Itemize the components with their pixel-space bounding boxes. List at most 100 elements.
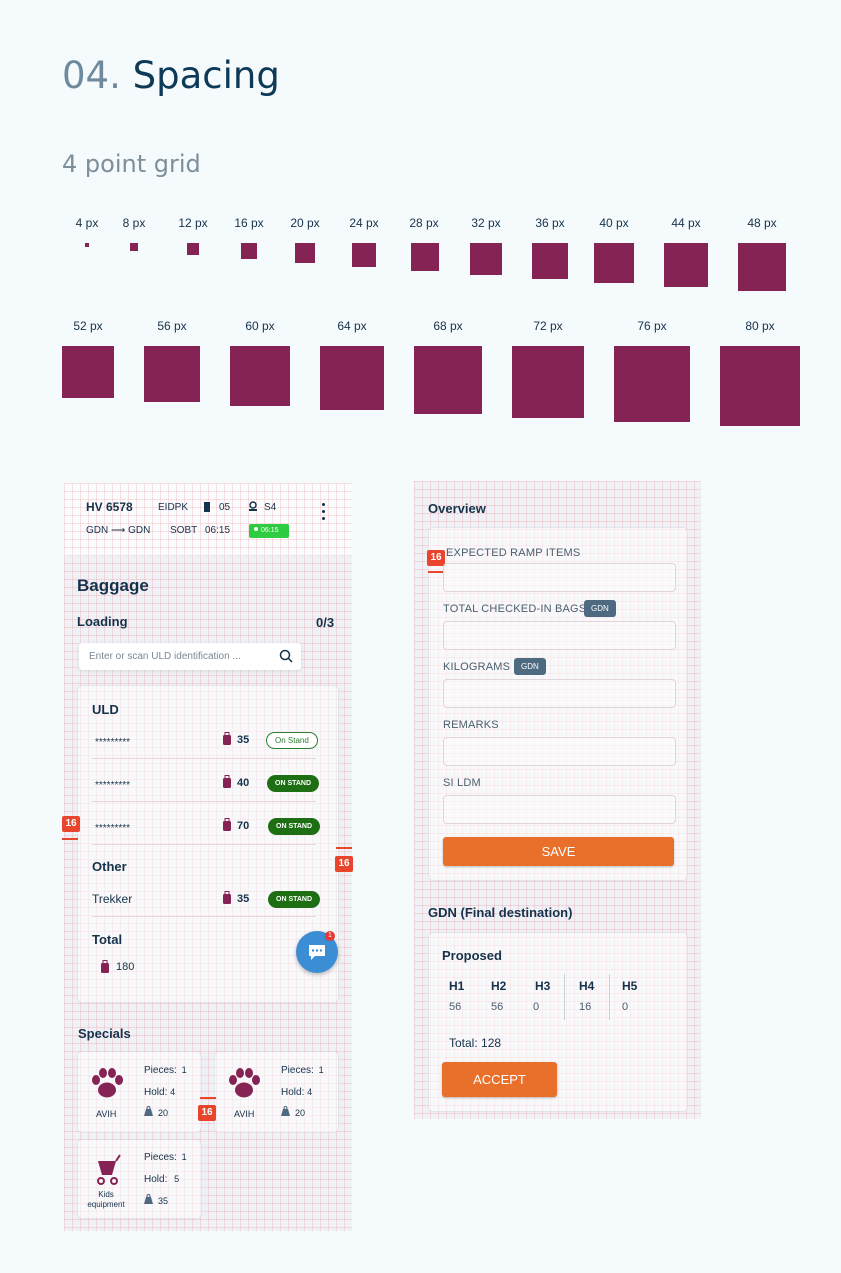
search-icon[interactable] <box>279 649 293 663</box>
luggage-icon <box>223 775 231 788</box>
luggage-icon <box>223 818 231 831</box>
gdn-tag: GDN <box>584 600 616 617</box>
hold-value: 0 <box>533 1001 540 1013</box>
swatch-24 <box>352 243 376 267</box>
swatch-72 <box>512 346 584 418</box>
pieces-value: 1 <box>181 1065 187 1075</box>
status-time: 06:15 <box>261 527 279 534</box>
hold-label: Hold: <box>281 1087 305 1098</box>
swatch-48 <box>738 243 786 291</box>
swatch-label: 48 px <box>747 216 777 230</box>
kilograms-field[interactable] <box>443 679 676 708</box>
spacing-marker: 16 <box>427 550 445 566</box>
stand-icon <box>249 501 257 511</box>
special-name: AVIH <box>234 1109 255 1119</box>
swatch-label: 20 px <box>290 216 320 230</box>
uld-id: ********* <box>95 823 131 834</box>
swatch-label: 28 px <box>409 216 439 230</box>
proposed-title: Proposed <box>442 948 502 963</box>
weight-icon <box>144 1194 153 1204</box>
other-id: Trekker <box>92 892 133 906</box>
special-weight: 20 <box>158 1108 169 1118</box>
baggage-title: Baggage <box>77 576 149 595</box>
search-input[interactable]: Enter or scan ULD identification ... <box>89 651 241 662</box>
field-label: EXPECTED RAMP ITEMS <box>446 547 581 559</box>
pieces-label: Pieces: <box>144 1065 177 1076</box>
special-name-line: equipment <box>87 1200 125 1209</box>
swatch-label: 16 px <box>234 216 264 230</box>
uld-count: 40 <box>237 777 250 789</box>
hold-column: H3 0 <box>520 974 565 1020</box>
status-badge: 06:15 <box>249 524 289 538</box>
save-button[interactable]: SAVE <box>443 837 674 866</box>
route-to: GDN <box>128 525 151 536</box>
more-menu-icon[interactable] <box>318 503 330 523</box>
holds-total: Total: 128 <box>449 1036 502 1050</box>
hold-column: H1 56 <box>442 974 480 1020</box>
spacing-marker-line <box>336 847 352 849</box>
special-pieces: Pieces: 1 <box>281 1065 324 1076</box>
flight-number: HV 6578 <box>86 500 133 514</box>
swatch-label: 24 px <box>349 216 379 230</box>
swatch-44 <box>664 243 708 287</box>
grid-subtitle: 4 point grid <box>62 150 201 178</box>
swatch-20 <box>295 243 315 263</box>
gate-number: 05 <box>219 502 231 513</box>
stroller-icon <box>97 1154 121 1185</box>
loading-count: 0/3 <box>316 615 335 630</box>
swatch-4 <box>85 243 89 247</box>
specials-title: Specials <box>78 1026 131 1041</box>
status-badge-on-stand: On Stand <box>266 732 318 749</box>
special-pieces: Pieces: 1 <box>144 1152 187 1163</box>
hold-header: H3 <box>535 979 551 993</box>
hold-value: 4 <box>170 1087 176 1097</box>
swatch-80 <box>720 346 800 426</box>
hold-label: Hold: <box>144 1174 168 1185</box>
hold-value: 0 <box>622 1001 629 1013</box>
paw-icon <box>92 1068 123 1098</box>
luggage-icon <box>223 732 231 745</box>
hold-header: H2 <box>491 979 507 993</box>
special-hold: Hold: 4 <box>281 1087 312 1098</box>
swatch-label: 80 px <box>745 319 775 333</box>
remarks-field[interactable] <box>443 737 676 766</box>
si-ldm-field[interactable] <box>443 795 676 824</box>
swatch-64 <box>320 346 384 410</box>
swatch-label: 32 px <box>471 216 501 230</box>
spacing-marker: 16 <box>62 816 80 832</box>
uld-id: ********* <box>95 780 131 791</box>
uld-search-box[interactable]: Enter or scan ULD identification ... <box>79 643 301 670</box>
hold-value: 16 <box>579 1001 592 1013</box>
swatch-label: 36 px <box>535 216 565 230</box>
status-badge-on-stand: ON STAND <box>268 818 321 835</box>
swatch-56 <box>144 346 200 402</box>
other-count: 35 <box>237 893 250 905</box>
route-arrow: ⟶ <box>111 525 126 536</box>
pieces-value: 1 <box>318 1065 324 1075</box>
pieces-value: 1 <box>181 1152 187 1162</box>
expected-ramp-items-field[interactable] <box>443 563 676 592</box>
hold-header: H4 <box>579 979 595 993</box>
uld-count: 70 <box>237 820 250 832</box>
gdn-tag: GDN <box>514 658 546 675</box>
swatch-label: 52 px <box>73 319 103 333</box>
hold-column: H4 16 <box>565 974 610 1020</box>
total-checked-in-bags-field[interactable] <box>443 621 676 650</box>
swatch-12 <box>187 243 199 255</box>
spacing-marker: 16 <box>335 856 353 872</box>
hold-header: H5 <box>622 979 638 993</box>
loading-label: Loading <box>77 614 128 629</box>
swatch-label: 60 px <box>245 319 275 333</box>
sobt-time: 06:15 <box>205 525 231 536</box>
swatch-16 <box>241 243 257 259</box>
accept-button[interactable]: ACCEPT <box>442 1062 557 1097</box>
special-name: Kids equipment <box>82 1190 130 1210</box>
luggage-icon <box>101 960 109 973</box>
gate-icon <box>204 502 210 512</box>
special-hold: Hold: 4 <box>144 1087 175 1098</box>
hold-value: 56 <box>449 1001 462 1013</box>
chat-badge: 1 <box>325 931 335 941</box>
total-title: Total <box>92 932 123 947</box>
swatch-32 <box>470 243 502 275</box>
swatch-label: 68 px <box>433 319 463 333</box>
